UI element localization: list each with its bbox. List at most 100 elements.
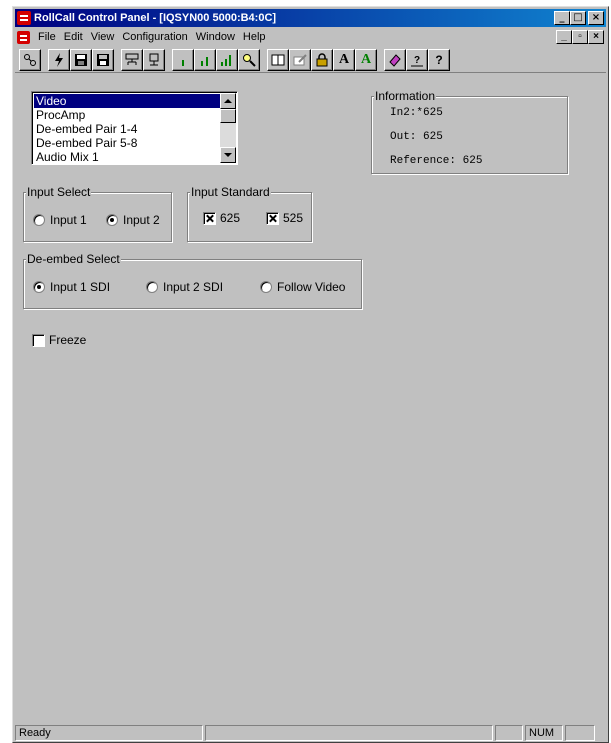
menu-view[interactable]: View <box>87 31 119 43</box>
freeze-checkbox[interactable]: Freeze <box>32 333 86 347</box>
network-tool-button[interactable] <box>19 48 41 71</box>
standard-625-box[interactable] <box>203 211 216 225</box>
control-panel: Video ProcAmp De-embed Pair 1-4 De-embed Pa… <box>15 75 606 722</box>
deembed-input-2-sdi-radio[interactable]: Input 2 SDI <box>146 280 223 294</box>
lightning-icon <box>55 52 63 67</box>
information-legend: Information <box>374 89 437 103</box>
input-2-label: Input 2 <box>123 213 160 227</box>
app-window: RollCall Control Panel - [IQSYN00 5000:B… <box>12 6 609 743</box>
list-item[interactable]: ProcAmp <box>34 108 220 122</box>
deembed-input-1-sdi-circle[interactable] <box>33 281 45 293</box>
information-group: Information In2:*625 Out: 625 Reference:… <box>371 89 568 174</box>
save-button[interactable] <box>92 48 114 71</box>
status-pane-5 <box>565 724 595 741</box>
standard-625-label: 625 <box>220 211 241 225</box>
unit-icon <box>149 53 159 65</box>
deembed-select-legend: De-embed Select <box>26 252 121 266</box>
help-button[interactable]: ? <box>428 48 450 71</box>
menu-configuration[interactable]: Configuration <box>118 31 191 43</box>
list-item[interactable]: De-embed Pair 5-8 <box>34 136 220 150</box>
network-nodes-icon <box>24 53 36 66</box>
menu-window[interactable]: Window <box>192 31 239 43</box>
menu-bar: File Edit View Configuration Window Help… <box>15 28 606 46</box>
standard-525-box[interactable] <box>266 211 279 225</box>
child-close-button[interactable]: × <box>588 30 604 44</box>
info-input-line: In2:*625 <box>390 107 443 119</box>
menu-edit[interactable]: Edit <box>60 31 87 43</box>
text-style-button[interactable]: A <box>333 48 355 71</box>
child-restore-button[interactable]: ▫ <box>572 30 588 44</box>
close-button[interactable]: × <box>588 11 604 25</box>
network-view-button[interactable] <box>121 48 143 71</box>
input-standard-legend: Input Standard <box>190 185 271 199</box>
arrow-down-icon <box>224 153 232 157</box>
deembed-input-2-sdi-label: Input 2 SDI <box>163 280 224 294</box>
menu-file[interactable]: File <box>34 31 60 43</box>
standard-525-checkbox[interactable]: 525 <box>266 211 303 225</box>
eraser-button[interactable] <box>384 48 406 71</box>
title-bar[interactable]: RollCall Control Panel - [IQSYN00 5000:B… <box>15 9 606 27</box>
deembed-input-1-sdi-label: Input 1 SDI <box>50 280 111 294</box>
freeze-box[interactable] <box>32 333 45 347</box>
book-button[interactable] <box>267 48 289 71</box>
deembed-select-group: De-embed Select Input 1 SDI Input 2 SDI … <box>23 252 362 309</box>
level-high-button[interactable] <box>216 48 238 71</box>
input-standard-group: Input Standard 625 525 <box>187 185 312 242</box>
menu-help[interactable]: Help <box>239 31 270 43</box>
standard-625-checkbox[interactable]: 625 <box>203 211 240 225</box>
deembed-follow-video-circle[interactable] <box>260 281 272 293</box>
list-item[interactable]: De-embed Pair 1-4 <box>34 122 220 136</box>
input-1-radio[interactable]: Input 1 <box>33 213 87 227</box>
deembed-input-2-sdi-circle[interactable] <box>146 281 158 293</box>
scroll-down-button[interactable] <box>220 147 236 163</box>
list-scrollbar[interactable] <box>220 93 236 163</box>
input-select-group: Input Select Input 1 Input 2 <box>23 185 172 242</box>
maximize-button[interactable]: □ <box>570 11 586 25</box>
edit-pen-icon <box>293 53 307 65</box>
level-low-button[interactable] <box>172 48 194 71</box>
input-2-radio[interactable]: Input 2 <box>106 213 160 227</box>
lock-button[interactable] <box>311 48 333 71</box>
level-medium-button[interactable] <box>194 48 216 71</box>
rollcall-app-icon[interactable] <box>17 11 31 25</box>
svg-text:?: ? <box>414 55 420 66</box>
status-num-indicator: NUM <box>525 724 563 741</box>
window-title: RollCall Control Panel - [IQSYN00 5000:B… <box>34 12 277 24</box>
signal-medium-icon <box>201 56 208 66</box>
input-2-radio-circle[interactable] <box>106 214 118 226</box>
arrow-up-icon <box>224 99 232 103</box>
text-color-button[interactable]: A <box>355 48 377 71</box>
deembed-follow-video-label: Follow Video <box>277 280 346 294</box>
scroll-thumb[interactable] <box>220 109 236 123</box>
context-help-button[interactable]: ? <box>406 48 428 71</box>
save-edit-button[interactable] <box>70 48 92 71</box>
signal-low-icon <box>182 59 184 66</box>
disk-icon <box>97 53 109 66</box>
child-minimize-button[interactable]: _ <box>556 30 572 44</box>
context-help-icon: ? <box>411 55 423 66</box>
standard-525-label: 525 <box>283 211 304 225</box>
input-1-radio-circle[interactable] <box>33 214 45 226</box>
status-bar: Ready NUM <box>15 724 606 741</box>
list-item[interactable]: Video <box>34 94 220 108</box>
status-pane-2 <box>205 724 493 741</box>
info-output-line: Out: 625 <box>390 131 443 143</box>
scroll-up-button[interactable] <box>220 93 236 109</box>
edit-button[interactable] <box>289 48 311 71</box>
panel-listbox[interactable]: Video ProcAmp De-embed Pair 1-4 De-embed Pa… <box>31 91 238 165</box>
deembed-follow-video-radio[interactable]: Follow Video <box>260 280 345 294</box>
search-button[interactable] <box>238 48 260 71</box>
input-select-legend: Input Select <box>26 185 92 199</box>
eraser-icon <box>389 53 401 67</box>
deembed-input-1-sdi-radio[interactable]: Input 1 SDI <box>33 280 110 294</box>
magnifier-icon <box>243 53 256 67</box>
help-icon: ? <box>435 52 443 67</box>
status-message: Ready <box>15 724 203 741</box>
toolbar: A A ? ? <box>15 47 606 73</box>
network-tree-icon <box>125 53 139 65</box>
connect-button[interactable] <box>48 48 70 71</box>
document-icon[interactable] <box>17 30 30 44</box>
minimize-button[interactable]: _ <box>554 11 570 25</box>
unit-view-button[interactable] <box>143 48 165 71</box>
list-item[interactable]: Audio Mix 1 <box>34 150 220 164</box>
